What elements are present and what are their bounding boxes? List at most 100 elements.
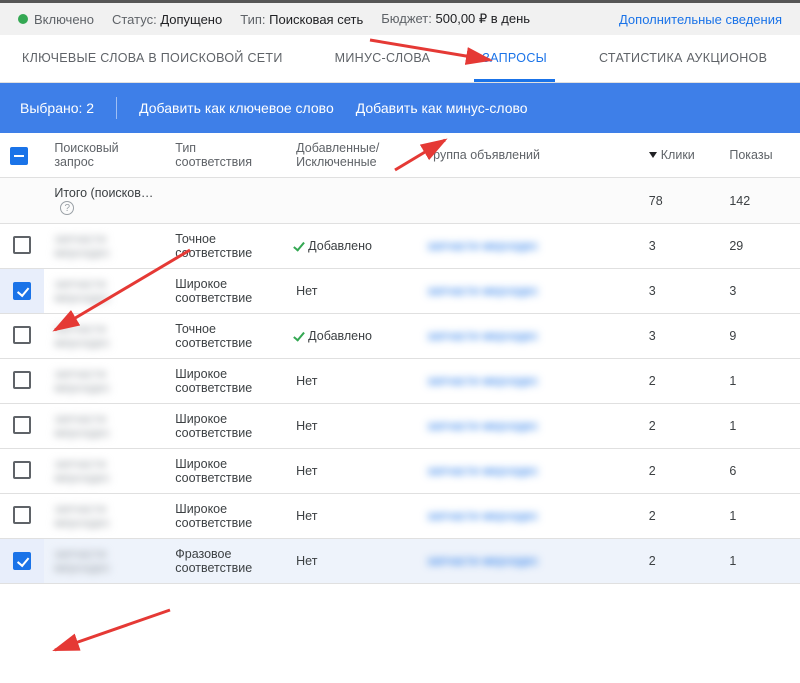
tab-queries[interactable]: ЗАПРОСЫ [474, 35, 555, 82]
status-kv: Статус: Допущено [112, 12, 222, 27]
impressions-cell: 9 [719, 314, 800, 359]
added-cell: Нет [286, 269, 417, 314]
header-checkbox-cell [0, 133, 44, 178]
impressions-cell: 1 [719, 494, 800, 539]
tab-auction[interactable]: СТАТИСТИКА АУКЦИОНОВ [591, 35, 775, 82]
added-cell: Добавлено [286, 224, 417, 269]
table-row: запчасти мерседесШирокое соответствиеНет… [0, 269, 800, 314]
ad-group-cell[interactable]: запчасти мерседес [417, 539, 639, 584]
query-cell: запчасти мерседес [44, 359, 165, 404]
added-cell: Нет [286, 539, 417, 584]
col-ad-group[interactable]: Группа объявлений [417, 133, 639, 178]
query-cell: запчасти мерседес [44, 494, 165, 539]
clicks-cell: 2 [639, 539, 720, 584]
table-row: запчасти мерседесФразовое соответствиеНе… [0, 539, 800, 584]
row-checkbox[interactable] [13, 552, 31, 570]
ad-group-cell[interactable]: запчасти мерседес [417, 269, 639, 314]
table-row: запчасти мерседесШирокое соответствиеНет… [0, 449, 800, 494]
tabs-bar: КЛЮЧЕВЫЕ СЛОВА В ПОИСКОВОЙ СЕТИ МИНУС-СЛ… [0, 35, 800, 83]
col-added-excluded[interactable]: Добавленные/ Исключенные [286, 133, 417, 178]
ad-group-cell[interactable]: запчасти мерседес [417, 404, 639, 449]
impressions-cell: 29 [719, 224, 800, 269]
clicks-cell: 3 [639, 314, 720, 359]
ad-group-cell[interactable]: запчасти мерседес [417, 314, 639, 359]
row-checkbox[interactable] [13, 461, 31, 479]
added-cell: Нет [286, 359, 417, 404]
query-cell: запчасти мерседес [44, 449, 165, 494]
match-type-cell: Широкое соответствие [165, 359, 286, 404]
clicks-cell: 3 [639, 269, 720, 314]
match-type-cell: Точное соответствие [165, 224, 286, 269]
row-checkbox[interactable] [13, 236, 31, 254]
match-type-cell: Широкое соответствие [165, 449, 286, 494]
tab-negative[interactable]: МИНУС-СЛОВА [327, 35, 439, 82]
enabled-status[interactable]: Включено [18, 12, 94, 27]
match-type-cell: Широкое соответствие [165, 494, 286, 539]
selected-count: Выбрано: 2 [20, 100, 94, 116]
row-checkbox[interactable] [13, 416, 31, 434]
added-cell: Нет [286, 494, 417, 539]
totals-clicks: 78 [639, 178, 720, 224]
enabled-dot-icon [18, 14, 28, 24]
check-icon [293, 329, 305, 341]
added-cell: Добавлено [286, 314, 417, 359]
table-header-row: Поисковый запрос Тип соответствия Добавл… [0, 133, 800, 178]
match-type-cell: Широкое соответствие [165, 404, 286, 449]
totals-impressions: 142 [719, 178, 800, 224]
row-checkbox[interactable] [13, 506, 31, 524]
totals-label: Итого (поисков… ? [44, 178, 165, 224]
added-cell: Нет [286, 404, 417, 449]
clicks-cell: 2 [639, 404, 720, 449]
table-row: запчасти мерседесШирокое соответствиеНет… [0, 359, 800, 404]
table-row: запчасти мерседесШирокое соответствиеНет… [0, 494, 800, 539]
budget-kv: Бюджет: 500,00 ₽ в день [381, 11, 530, 27]
match-type-cell: Точное соответствие [165, 314, 286, 359]
help-icon[interactable]: ? [60, 201, 74, 215]
row-checkbox[interactable] [13, 326, 31, 344]
impressions-cell: 1 [719, 539, 800, 584]
table-row: запчасти мерседесШирокое соответствиеНет… [0, 404, 800, 449]
col-query[interactable]: Поисковый запрос [44, 133, 165, 178]
col-impressions[interactable]: Показы [719, 133, 800, 178]
add-as-keyword-button[interactable]: Добавить как ключевое слово [139, 100, 334, 116]
table-row: запчасти мерседесТочное соответствиеДоба… [0, 314, 800, 359]
row-checkbox[interactable] [13, 282, 31, 300]
enabled-label: Включено [34, 12, 94, 27]
col-clicks[interactable]: Клики [639, 133, 720, 178]
sort-desc-icon [649, 152, 657, 158]
impressions-cell: 1 [719, 359, 800, 404]
match-type-cell: Широкое соответствие [165, 269, 286, 314]
query-cell: запчасти мерседес [44, 404, 165, 449]
clicks-cell: 2 [639, 449, 720, 494]
impressions-cell: 1 [719, 404, 800, 449]
type-kv: Тип: Поисковая сеть [240, 12, 363, 27]
ad-group-cell[interactable]: запчасти мерседес [417, 494, 639, 539]
ad-group-cell[interactable]: запчасти мерседес [417, 359, 639, 404]
query-cell: запчасти мерседес [44, 269, 165, 314]
ad-group-cell[interactable]: запчасти мерседес [417, 224, 639, 269]
impressions-cell: 6 [719, 449, 800, 494]
separator-icon [116, 97, 117, 119]
clicks-cell: 3 [639, 224, 720, 269]
tab-keywords[interactable]: КЛЮЧЕВЫЕ СЛОВА В ПОИСКОВОЙ СЕТИ [14, 35, 291, 82]
clicks-cell: 2 [639, 494, 720, 539]
check-icon [293, 239, 305, 251]
search-queries-table: Поисковый запрос Тип соответствия Добавл… [0, 133, 800, 584]
query-cell: запчасти мерседес [44, 224, 165, 269]
more-details-link[interactable]: Дополнительные сведения [619, 12, 782, 27]
ad-group-cell[interactable]: запчасти мерседес [417, 449, 639, 494]
query-cell: запчасти мерседес [44, 314, 165, 359]
add-as-negative-button[interactable]: Добавить как минус-слово [356, 100, 528, 116]
totals-row: Итого (поисков… ? 78 142 [0, 178, 800, 224]
impressions-cell: 3 [719, 269, 800, 314]
col-match-type[interactable]: Тип соответствия [165, 133, 286, 178]
query-cell: запчасти мерседес [44, 539, 165, 584]
table-row: запчасти мерседесТочное соответствиеДоба… [0, 224, 800, 269]
row-checkbox[interactable] [13, 371, 31, 389]
selection-action-bar: Выбрано: 2 Добавить как ключевое слово Д… [0, 83, 800, 133]
match-type-cell: Фразовое соответствие [165, 539, 286, 584]
clicks-cell: 2 [639, 359, 720, 404]
select-all-checkbox[interactable] [10, 147, 28, 165]
added-cell: Нет [286, 449, 417, 494]
campaign-status-bar: Включено Статус: Допущено Тип: Поисковая… [0, 0, 800, 35]
